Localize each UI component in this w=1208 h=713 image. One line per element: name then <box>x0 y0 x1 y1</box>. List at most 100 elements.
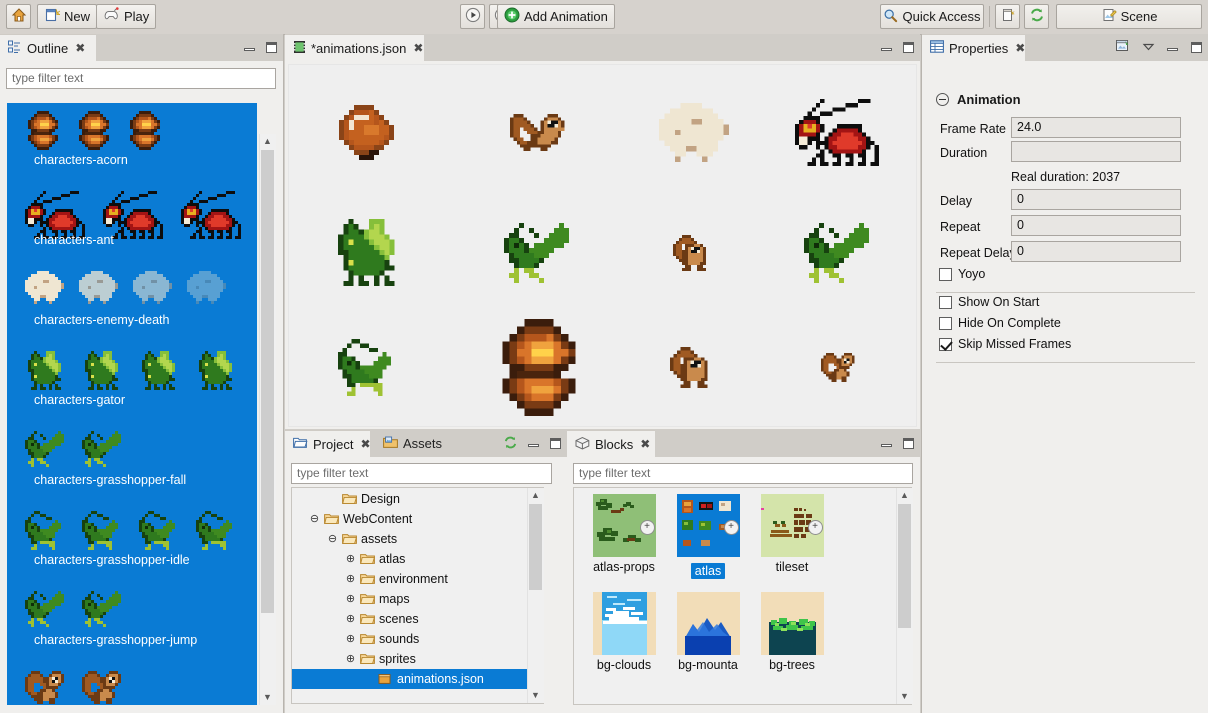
tree-item[interactable]: Design <box>292 489 543 509</box>
outline-animation-list[interactable]: characters-acorn characters-ant characters… <box>7 103 257 705</box>
tree-expander-icon[interactable]: ⊕ <box>344 633 357 646</box>
tree-expander-icon[interactable]: ⊕ <box>344 653 357 666</box>
blocks-grid[interactable]: + atlas-props + atlas + tileset bg-clouds bg-mo… <box>573 487 912 705</box>
tree-expander-icon[interactable]: ⊕ <box>344 573 357 586</box>
outline-item[interactable]: characters-grasshopper-jump <box>7 591 257 649</box>
tree-expander-icon[interactable]: ⊕ <box>344 553 357 566</box>
maximize-icon[interactable] <box>1190 41 1203 54</box>
outline-item[interactable]: characters-gator <box>7 351 257 409</box>
outline-scrollbar[interactable]: ▲ ▼ <box>259 134 276 705</box>
tree-item[interactable]: ⊕ maps <box>292 589 543 609</box>
repeat-input[interactable]: 0 <box>1011 215 1181 236</box>
project-scroll-up-icon[interactable]: ▲ <box>528 488 543 503</box>
animation-frame-sprite[interactable] <box>820 353 858 382</box>
outline-scroll-up-icon[interactable]: ▲ <box>260 134 275 149</box>
duration-input[interactable] <box>1011 141 1181 162</box>
outline-scroll-thumb[interactable] <box>261 150 274 613</box>
close-icon[interactable]: ✖ <box>1015 41 1025 55</box>
tree-item[interactable]: ⊕ sprites <box>292 649 543 669</box>
yoyo-checkbox[interactable] <box>939 268 952 281</box>
animation-frame-sprite[interactable] <box>658 102 730 163</box>
animation-frame-sprite[interactable] <box>339 105 399 160</box>
animation-frame-sprite[interactable] <box>510 113 568 152</box>
refresh-button[interactable] <box>1024 4 1049 29</box>
maximize-icon[interactable] <box>902 41 915 54</box>
blocks-scroll-thumb[interactable] <box>898 504 911 628</box>
block-item[interactable]: bg-mounta <box>666 592 750 672</box>
tab-assets[interactable]: Assets <box>375 430 450 457</box>
minimize-icon[interactable] <box>880 41 893 54</box>
maximize-icon[interactable] <box>902 437 915 450</box>
outline-item[interactable]: characters-acorn <box>7 111 257 169</box>
minimize-icon[interactable] <box>1166 41 1179 54</box>
tree-item[interactable]: ⊕ environment <box>292 569 543 589</box>
minimize-icon[interactable] <box>527 437 540 450</box>
animation-frame-sprite[interactable] <box>332 218 406 287</box>
tree-item[interactable]: ⊕ scenes <box>292 609 543 629</box>
repeat-delay-input[interactable]: 0 <box>1011 241 1181 262</box>
project-scroll-down-icon[interactable]: ▼ <box>528 688 543 703</box>
home-button[interactable] <box>6 4 31 29</box>
minimize-icon[interactable] <box>880 437 893 450</box>
skip-missed-frames-checkbox[interactable] <box>939 338 952 351</box>
new-perspective-button[interactable] <box>995 4 1020 29</box>
project-scrollbar[interactable]: ▲ ▼ <box>527 488 544 703</box>
new-view-icon[interactable] <box>1115 39 1131 57</box>
outline-filter-input[interactable]: type filter text <box>6 68 276 89</box>
outline-item[interactable]: characters-grasshopper-fall <box>7 431 257 489</box>
tree-expander-icon[interactable]: ⊕ <box>344 593 357 606</box>
scene-perspective-button[interactable]: Scene <box>1056 4 1202 29</box>
outline-item[interactable]: characters-squirrel <box>7 671 257 705</box>
expand-plus-icon[interactable]: + <box>807 520 823 535</box>
close-icon[interactable]: ✖ <box>75 41 85 55</box>
outline-scroll-down-icon[interactable]: ▼ <box>260 690 275 705</box>
maximize-icon[interactable] <box>265 41 278 54</box>
tree-item[interactable]: ⊖ assets <box>292 529 543 549</box>
animation-frame-sprite[interactable] <box>673 234 715 271</box>
tree-expander-icon[interactable]: ⊖ <box>326 533 339 546</box>
animation-frame-sprite[interactable] <box>794 98 884 167</box>
tree-expander-icon[interactable]: ⊖ <box>308 513 321 526</box>
project-scroll-thumb[interactable] <box>529 504 542 590</box>
hide-on-complete-checkbox[interactable] <box>939 317 952 330</box>
block-item[interactable]: + atlas-props <box>582 494 666 574</box>
animation-frame-sprite[interactable] <box>504 222 574 283</box>
frame-rate-input[interactable]: 24.0 <box>1011 117 1181 138</box>
tree-item[interactable]: ⊖ WebContent <box>292 509 543 529</box>
tab-animations-json[interactable]: *animations.json ✖ <box>285 34 424 61</box>
chevron-down-icon[interactable] <box>1142 40 1155 56</box>
animation-frame-sprite[interactable] <box>670 347 718 388</box>
maximize-icon[interactable] <box>549 437 562 450</box>
tree-item[interactable]: ⊕ sounds <box>292 629 543 649</box>
blocks-scroll-down-icon[interactable]: ▼ <box>897 689 912 704</box>
animation-frame-sprite[interactable] <box>338 338 400 397</box>
tab-project[interactable]: Project ✖ <box>285 430 371 457</box>
animation-frame-sprite[interactable] <box>494 319 584 416</box>
block-item[interactable]: bg-clouds <box>582 592 666 672</box>
tree-item[interactable]: animations.json <box>292 669 543 689</box>
refresh-icon[interactable] <box>503 435 518 453</box>
block-item[interactable]: bg-trees <box>750 592 834 672</box>
block-item[interactable]: + atlas <box>666 494 750 582</box>
quick-access-button[interactable]: Quick Access <box>880 4 984 29</box>
delay-input[interactable]: 0 <box>1011 189 1181 210</box>
expand-plus-icon[interactable]: + <box>723 520 739 535</box>
animation-preview-canvas[interactable] <box>288 64 917 427</box>
animation-section-header[interactable]: Animation <box>936 92 1021 107</box>
tab-properties[interactable]: Properties ✖ <box>922 34 1025 61</box>
expand-plus-icon[interactable]: + <box>639 520 655 535</box>
play-button[interactable]: Play <box>96 4 157 29</box>
tree-expander-icon[interactable]: ⊕ <box>344 613 357 626</box>
collapse-icon[interactable] <box>936 93 949 106</box>
minimize-icon[interactable] <box>243 41 256 54</box>
blocks-scroll-up-icon[interactable]: ▲ <box>897 488 912 503</box>
outline-item[interactable]: characters-enemy-death <box>7 271 257 329</box>
animation-frame-sprite[interactable] <box>804 222 874 283</box>
project-file-tree[interactable]: Design ⊖ WebContent ⊖ assets ⊕ atlas ⊕ environme… <box>291 487 544 704</box>
block-item[interactable]: + tileset <box>750 494 834 574</box>
show-on-start-checkbox[interactable] <box>939 296 952 309</box>
run-button[interactable] <box>460 4 485 29</box>
close-icon[interactable]: ✖ <box>413 41 423 55</box>
close-icon[interactable]: ✖ <box>640 437 650 451</box>
blocks-scrollbar[interactable]: ▲ ▼ <box>896 488 913 704</box>
